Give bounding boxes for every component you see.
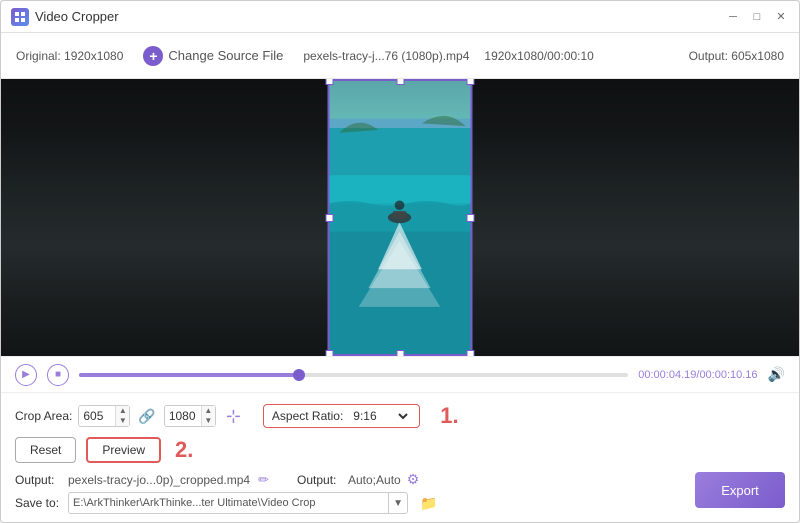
crop-handle-bl[interactable]: [326, 350, 334, 356]
crop-height-down[interactable]: ▼: [202, 416, 215, 426]
controls-row-1: Crop Area: ▲ ▼ 🔗 ▲ ▼: [15, 403, 785, 429]
volume-icon[interactable]: 🔊: [768, 366, 785, 383]
app-icon: [11, 8, 29, 26]
edit-icon[interactable]: ✏: [258, 472, 269, 488]
add-icon: +: [143, 46, 163, 66]
playback-bar: ▶ ■ 00:00:04.19/00:00:10.16 🔊: [1, 356, 799, 392]
output-right: Output: Auto;Auto ⚙: [297, 471, 419, 488]
bottom-controls: Crop Area: ▲ ▼ 🔗 ▲ ▼: [1, 392, 799, 522]
save-row: Save to: E:\ArkThinker\ArkThinke...ter U…: [15, 492, 785, 514]
app-window: Video Cropper ─ □ ✕ Original: 1920x1080 …: [0, 0, 800, 523]
gear-icon[interactable]: ⚙: [407, 471, 420, 488]
crop-handle-tm[interactable]: [396, 79, 404, 85]
file-meta: 1920x1080/00:00:10: [484, 49, 593, 63]
save-path-dropdown[interactable]: ▼: [388, 493, 407, 513]
crop-overlay-left: [1, 79, 328, 356]
export-button[interactable]: Export: [695, 472, 785, 508]
crop-handle-br[interactable]: [467, 350, 475, 356]
crop-inner: [330, 81, 471, 354]
maximize-button[interactable]: □: [749, 9, 765, 25]
output-label: Output:: [15, 473, 60, 487]
crop-width-spinners: ▲ ▼: [115, 406, 129, 426]
move-icon[interactable]: ⊹: [226, 406, 241, 427]
output-info-header: Output: 605x1080: [689, 49, 784, 63]
timeline-track[interactable]: [79, 373, 628, 377]
file-info: pexels-tracy-j...76 (1080p).mp4 1920x108…: [303, 49, 594, 63]
crop-overlay-right: [472, 79, 799, 356]
crop-width-up[interactable]: ▲: [116, 406, 129, 416]
aspect-ratio-select[interactable]: 9:16 Free 1:1 4:3 16:9 Custom: [349, 408, 411, 424]
change-source-label: Change Source File: [168, 48, 283, 63]
video-preview: [1, 79, 799, 356]
time-display: 00:00:04.19/00:00:10.16: [638, 369, 757, 381]
crop-area-label: Crop Area:: [15, 409, 72, 423]
crop-selection[interactable]: [328, 79, 473, 356]
aspect-ratio-group: Aspect Ratio: 9:16 Free 1:1 4:3 16:9 Cus…: [263, 404, 420, 428]
window-title: Video Cropper: [35, 9, 119, 24]
annotation-1: 1.: [440, 403, 458, 429]
video-canvas: [1, 79, 799, 356]
stop-button[interactable]: ■: [47, 364, 69, 386]
save-to-label: Save to:: [15, 496, 60, 510]
controls-area: Crop Area: ▲ ▼ 🔗 ▲ ▼: [1, 392, 799, 522]
close-button[interactable]: ✕: [773, 9, 789, 25]
folder-icon[interactable]: 📁: [420, 495, 437, 512]
preview-button[interactable]: Preview: [86, 437, 161, 463]
output-settings-label: Output:: [297, 473, 342, 487]
minimize-button[interactable]: ─: [725, 9, 741, 25]
annotation-2: 2.: [175, 437, 193, 463]
save-path-text: E:\ArkThinker\ArkThinke...ter Ultimate\V…: [69, 497, 388, 509]
controls-row-2: Reset Preview 2.: [15, 437, 785, 463]
lock-icon[interactable]: 🔗: [138, 408, 155, 425]
crop-width-down[interactable]: ▼: [116, 416, 129, 426]
time-current: 00:00:04.19: [638, 369, 696, 381]
title-bar: Video Cropper ─ □ ✕: [1, 1, 799, 33]
crop-area-group: Crop Area: ▲ ▼ 🔗 ▲ ▼: [15, 405, 241, 427]
change-source-button[interactable]: + Change Source File: [143, 46, 283, 66]
crop-height-input-wrap: ▲ ▼: [164, 405, 216, 427]
crop-handle-mr[interactable]: [467, 214, 475, 222]
crop-height-up[interactable]: ▲: [202, 406, 215, 416]
output-file: pexels-tracy-jo...0p)_cropped.mp4: [68, 473, 250, 487]
title-bar-left: Video Cropper: [11, 8, 119, 26]
reset-button[interactable]: Reset: [15, 437, 76, 463]
play-button[interactable]: ▶: [15, 364, 37, 386]
save-path-control: E:\ArkThinker\ArkThinke...ter Ultimate\V…: [68, 492, 408, 514]
time-total: 00:00:10.16: [699, 369, 757, 381]
crop-handle-bm[interactable]: [396, 350, 404, 356]
file-name: pexels-tracy-j...76 (1080p).mp4: [303, 49, 469, 63]
crop-handle-tr[interactable]: [467, 79, 475, 85]
crop-width-input-wrap: ▲ ▼: [78, 405, 130, 427]
video-content: [330, 81, 471, 354]
crop-handle-ml[interactable]: [326, 214, 334, 222]
crop-height-spinners: ▲ ▼: [201, 406, 215, 426]
original-info: Original: 1920x1080: [16, 49, 123, 63]
output-row: Output: pexels-tracy-jo...0p)_cropped.mp…: [15, 471, 785, 488]
aspect-ratio-label: Aspect Ratio:: [272, 409, 343, 423]
timeline-fill: [79, 373, 299, 377]
header-bar: Original: 1920x1080 + Change Source File…: [1, 33, 799, 79]
window-controls: ─ □ ✕: [725, 9, 789, 25]
output-settings-value: Auto;Auto: [348, 473, 401, 487]
timeline-thumb[interactable]: [293, 369, 305, 381]
crop-handle-tl[interactable]: [326, 79, 334, 85]
